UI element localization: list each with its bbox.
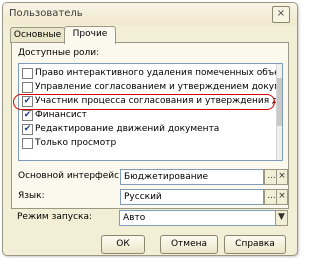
list-item[interactable]: ✔ Участник процесса согласования и утвер… bbox=[19, 95, 282, 107]
tab-panel-other: Доступные роли: Право интерактивного уда… bbox=[11, 42, 289, 209]
roles-label: Доступные роли: bbox=[18, 48, 100, 58]
checkbox[interactable]: ✔ bbox=[22, 96, 33, 107]
list-item[interactable]: ✔ Редактирование движений документа bbox=[19, 123, 277, 135]
list-item[interactable]: Право интерактивного удаления помеченных… bbox=[19, 67, 282, 79]
cancel-button[interactable]: Отмена bbox=[160, 235, 218, 254]
help-button[interactable]: Справка bbox=[224, 235, 286, 254]
tab-other[interactable]: Прочие bbox=[64, 26, 116, 44]
interface-field[interactable]: Бюджетирование bbox=[120, 169, 264, 185]
launch-mode-label: Режим запуска: bbox=[17, 212, 93, 222]
window-title: Пользователь bbox=[9, 8, 83, 19]
user-dialog: Пользователь × Основные Прочие Доступные… bbox=[2, 2, 298, 256]
checkbox[interactable]: ✔ bbox=[22, 124, 33, 135]
role-label: Только просмотр bbox=[35, 138, 117, 148]
scrollbar[interactable] bbox=[276, 64, 282, 160]
list-item[interactable]: Управление согласованием и утверждением … bbox=[19, 81, 282, 93]
role-label: Право интерактивного удаления помеченных… bbox=[35, 68, 283, 78]
language-label: Язык: bbox=[18, 191, 45, 201]
list-item[interactable]: Только просмотр bbox=[19, 137, 277, 149]
language-field[interactable]: Русский bbox=[120, 189, 264, 205]
checkbox[interactable] bbox=[22, 82, 33, 93]
close-icon[interactable]: × bbox=[272, 6, 290, 23]
list-item[interactable]: ✔ Финансист bbox=[19, 109, 277, 121]
roles-list[interactable]: Право интерактивного удаления помеченных… bbox=[18, 63, 283, 161]
checkbox[interactable]: ✔ bbox=[22, 110, 33, 121]
ok-button[interactable]: ОК bbox=[101, 235, 145, 254]
checkbox[interactable] bbox=[22, 68, 33, 79]
launch-mode-select[interactable]: Авто bbox=[119, 210, 276, 226]
clear-icon[interactable]: × bbox=[276, 169, 288, 185]
chevron-down-icon[interactable]: ▼ bbox=[275, 210, 288, 226]
tab-main[interactable]: Основные bbox=[10, 27, 65, 43]
checkbox[interactable] bbox=[22, 138, 33, 149]
clear-icon[interactable]: × bbox=[276, 189, 288, 205]
interface-label: Основной интерфейс: bbox=[18, 171, 123, 181]
title-bar[interactable]: Пользователь × bbox=[3, 3, 297, 25]
role-label: Редактирование движений документа bbox=[35, 124, 220, 134]
role-label: Участник процесса согласования и утвержд… bbox=[35, 96, 283, 106]
role-label: Управление согласованием и утверждением … bbox=[35, 82, 283, 92]
scrollbar-thumb[interactable] bbox=[277, 78, 282, 126]
role-label: Финансист bbox=[35, 110, 87, 120]
